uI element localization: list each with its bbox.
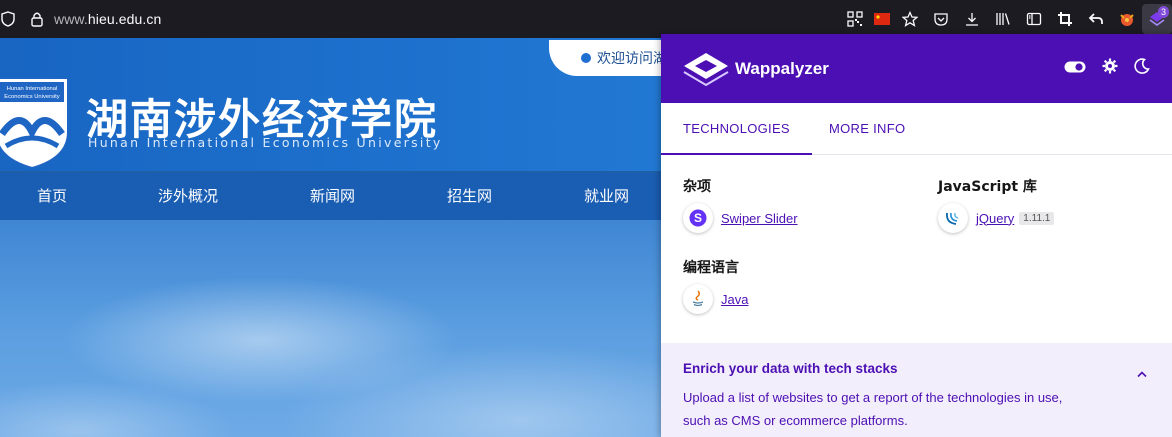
tech-item-jquery[interactable]: jQuery 1.11.1 [938, 203, 1055, 233]
logo-text-line2: Economics University [4, 94, 60, 100]
nav-item-admissions[interactable]: 招生网 [447, 173, 492, 220]
enrich-description: Upload a list of websites to get a repor… [683, 390, 1063, 428]
url-prefix: www. [54, 11, 88, 27]
wappalyzer-popup: Wappalyzer TECHNOLOGIES MORE INFO 杂项 S S… [661, 34, 1172, 437]
tech-item-java[interactable]: Java [683, 284, 748, 314]
school-name-english: Hunan International Economics University [88, 135, 443, 150]
popup-tabs: TECHNOLOGIES MORE INFO [661, 103, 1172, 155]
technologies-list: 杂项 S Swiper Slider JavaScript 库 jQuery 1… [661, 155, 1172, 343]
nav-item-news[interactable]: 新闻网 [310, 173, 355, 220]
wappalyzer-logo-icon [683, 52, 729, 86]
popup-header: Wappalyzer [661, 34, 1172, 103]
logo-text-line1: Hunan International [7, 86, 58, 92]
address-bar[interactable]: www.hieu.edu.cn [54, 11, 161, 27]
java-icon [683, 284, 713, 314]
chevron-up-icon[interactable] [1136, 365, 1148, 383]
browser-toolbar: www.hieu.edu.cn 3 [0, 0, 1172, 38]
popup-title: Wappalyzer [735, 58, 829, 78]
category-title-programming-language: 编程语言 [683, 260, 739, 276]
tab-more-info[interactable]: MORE INFO [829, 103, 905, 155]
tech-name-jquery[interactable]: jQuery [976, 211, 1014, 226]
enrich-panel: Enrich your data with tech stacks Upload… [661, 343, 1172, 437]
dark-mode-moon-icon[interactable] [1134, 58, 1150, 79]
nav-item-overview[interactable]: 涉外概况 [158, 173, 218, 220]
version-badge: 1.11.1 [1019, 211, 1055, 225]
china-flag-icon[interactable] [870, 0, 894, 38]
url-domain: hieu.edu.cn [87, 11, 162, 27]
swiper-icon: S [683, 203, 713, 233]
tech-name-java[interactable]: Java [721, 292, 748, 307]
tech-item-swiper[interactable]: S Swiper Slider [683, 203, 798, 233]
category-title-misc: 杂项 [683, 179, 711, 195]
qr-code-icon[interactable] [839, 0, 870, 38]
nav-item-home[interactable]: 首页 [37, 173, 67, 220]
nav-item-employment[interactable]: 就业网 [584, 173, 629, 220]
settings-gear-icon[interactable] [1102, 58, 1118, 79]
shield-icon[interactable] [0, 8, 16, 30]
library-icon[interactable] [987, 0, 1018, 38]
jquery-icon [938, 203, 968, 233]
welcome-text: 欢迎访问湖 [597, 51, 667, 67]
bookmark-star-icon[interactable] [894, 0, 925, 38]
download-icon[interactable] [956, 0, 987, 38]
wappalyzer-extension-icon[interactable]: 3 [1142, 4, 1172, 34]
category-title-js-library: JavaScript 库 [938, 179, 1037, 195]
crop-icon[interactable] [1049, 0, 1080, 38]
undo-arrow-icon[interactable] [1080, 0, 1111, 38]
toggle-icon[interactable] [1064, 60, 1086, 78]
svg-text:S: S [694, 211, 702, 225]
bullet-dot-icon [581, 53, 591, 63]
tab-technologies[interactable]: TECHNOLOGIES [661, 103, 812, 155]
extension-fox-icon[interactable] [1111, 0, 1142, 38]
sidebar-icon[interactable] [1018, 0, 1049, 38]
tech-name-swiper[interactable]: Swiper Slider [721, 211, 798, 226]
pocket-icon[interactable] [925, 0, 956, 38]
enrich-title[interactable]: Enrich your data with tech stacks [683, 361, 1150, 376]
lock-icon[interactable] [26, 8, 48, 30]
university-logo[interactable]: Hunan International Economics University [0, 74, 72, 170]
extension-count-badge: 3 [1157, 6, 1169, 18]
